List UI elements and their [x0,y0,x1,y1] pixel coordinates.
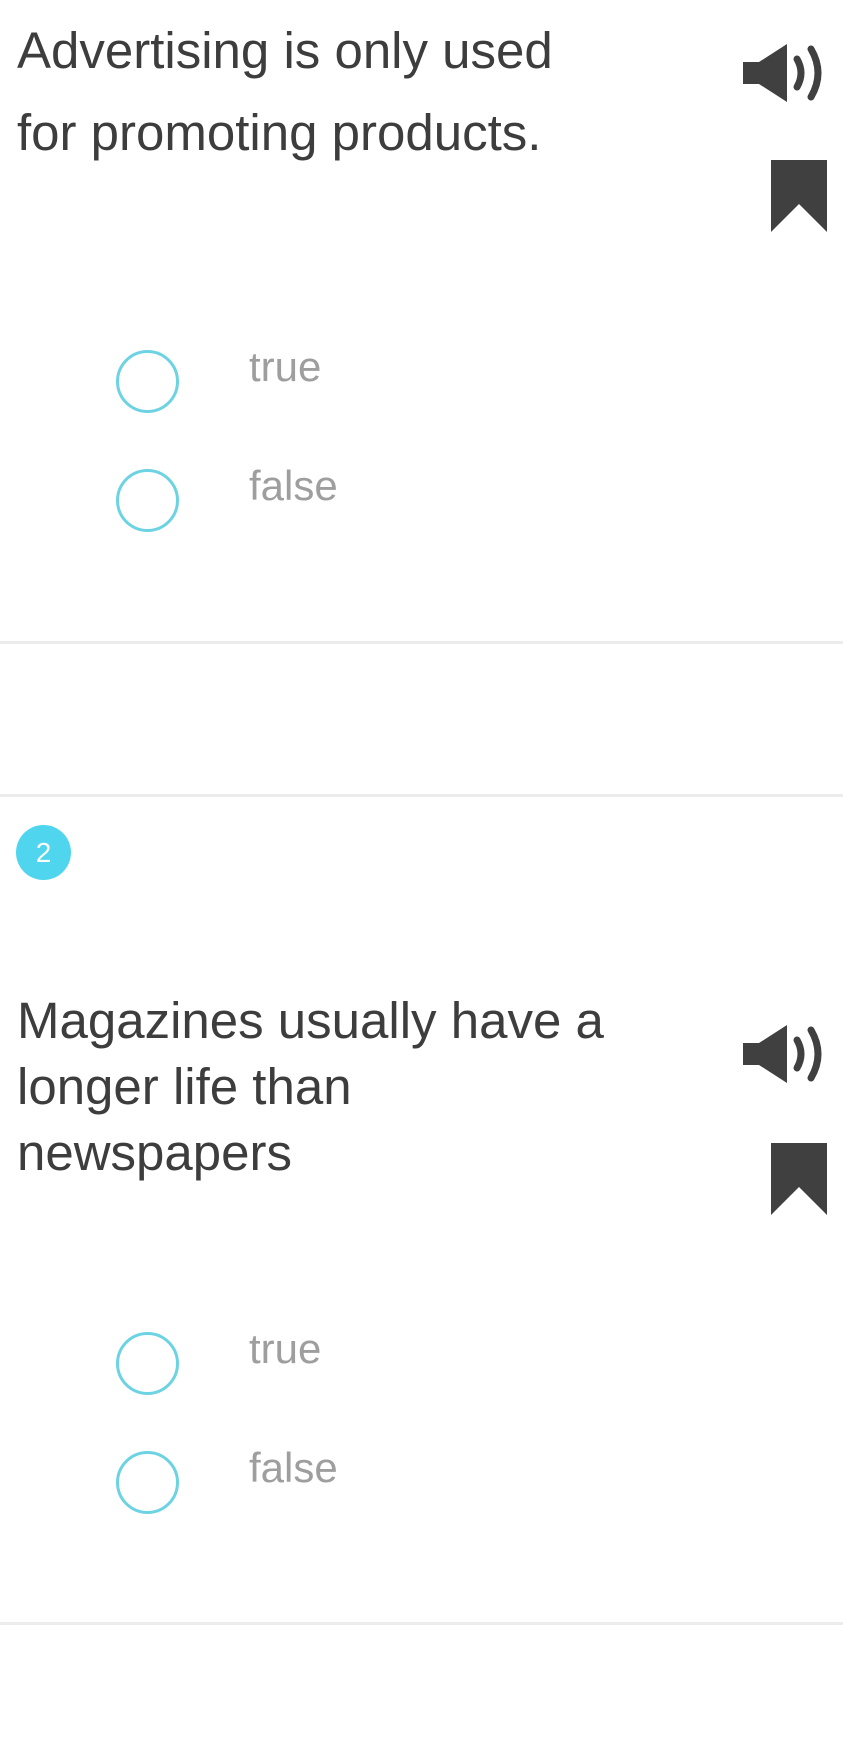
bookmark-icon[interactable] [769,158,829,234]
radio-button[interactable] [116,350,179,413]
question-2-text: Magazines usually have a longer life tha… [17,992,604,1181]
quiz-page: Advertising is only used for promoting p… [0,0,843,1747]
radio-button[interactable] [116,1451,179,1514]
question-1-option-false[interactable]: false [110,462,610,549]
question-2-option-true[interactable]: true [110,1325,610,1412]
question-2-option-false[interactable]: false [110,1444,610,1531]
option-label: true [249,343,322,390]
option-label: false [249,462,338,509]
speaker-icon[interactable] [741,40,829,106]
option-label: false [249,1444,338,1491]
divider [0,794,843,797]
question-1-option-true[interactable]: true [110,343,610,430]
speaker-icon[interactable] [741,1021,829,1087]
question-1-text: Advertising is only used for promoting p… [17,22,553,161]
divider [0,641,843,644]
question-number-badge: 2 [16,825,71,880]
option-label: true [249,1325,322,1372]
radio-button[interactable] [116,469,179,532]
bookmark-icon[interactable] [769,1141,829,1217]
radio-button[interactable] [116,1332,179,1395]
divider [0,1622,843,1625]
